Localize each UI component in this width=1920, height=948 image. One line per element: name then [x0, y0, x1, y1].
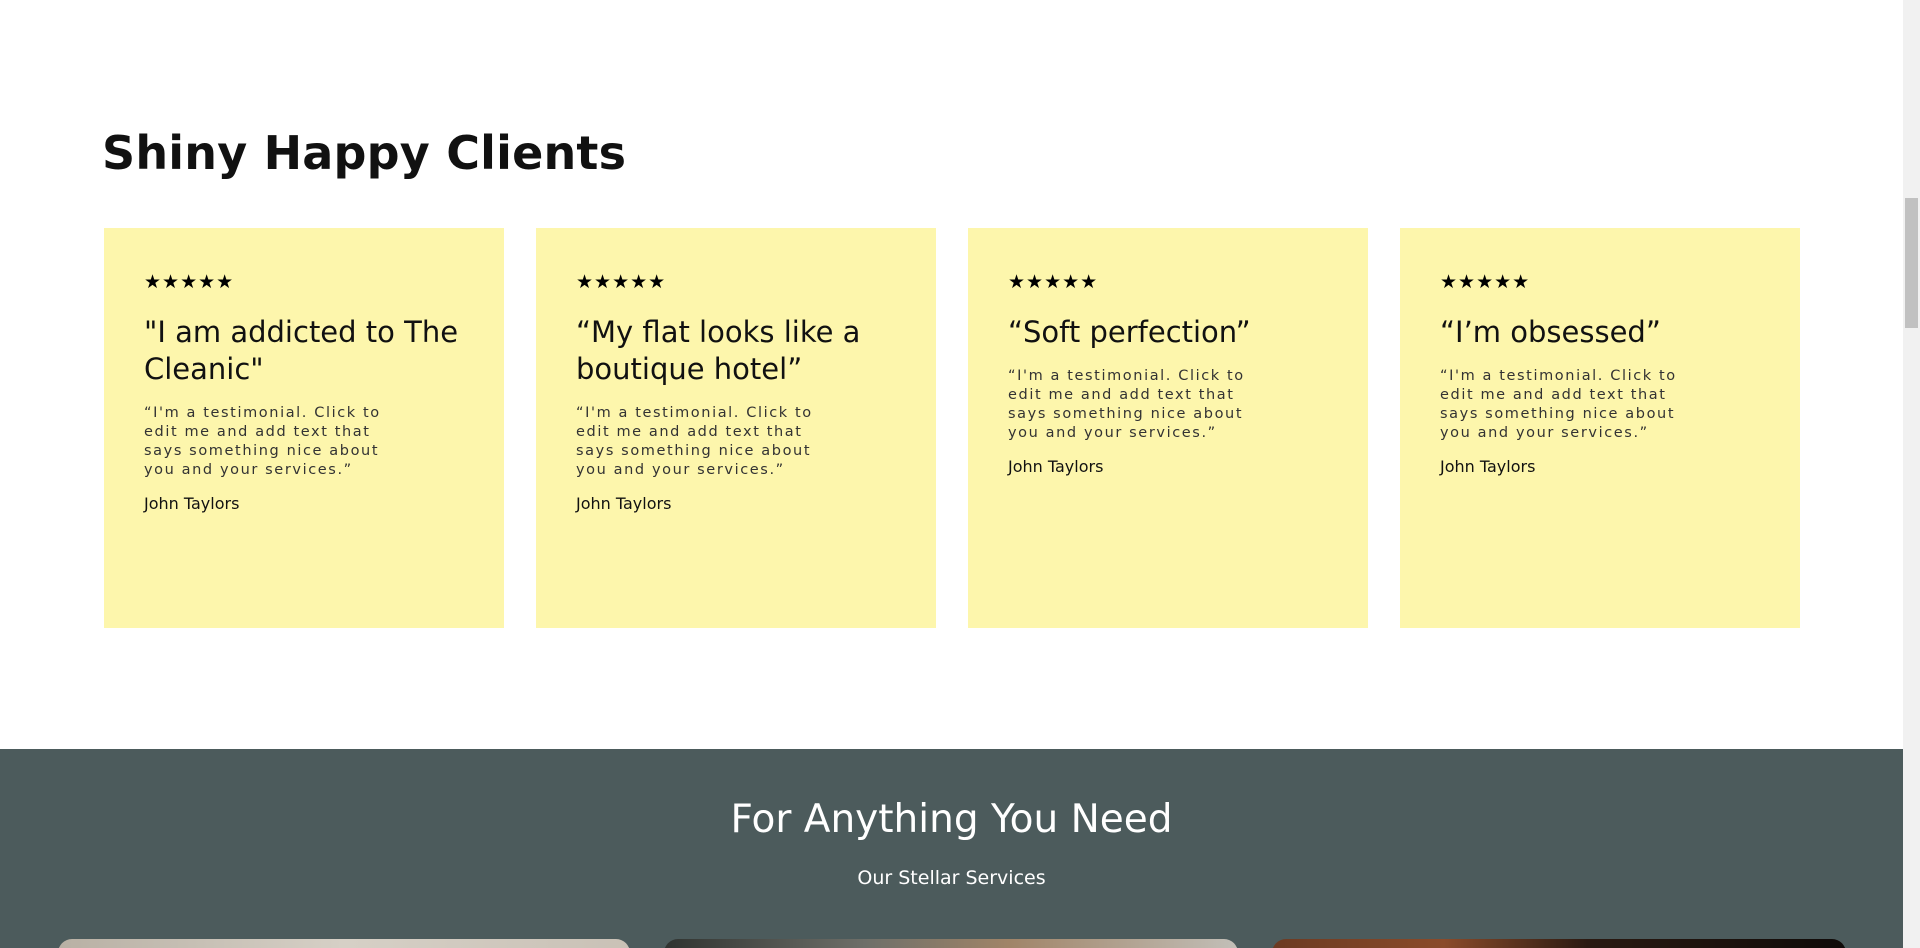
service-card-image[interactable] [58, 939, 630, 948]
testimonials-section: Shiny Happy Clients ★★★★★ "I am addicted… [0, 0, 1903, 749]
testimonial-headline: “I’m obsessed” [1440, 315, 1661, 349]
testimonial-author: John Taylors [1008, 457, 1104, 476]
testimonial-body: “I'm a testimonial. Click to edit me and… [576, 405, 813, 478]
rating-stars-icon: ★★★★★ [144, 271, 235, 293]
testimonial-body: “I'm a testimonial. Click to edit me and… [144, 405, 381, 478]
rating-stars-icon: ★★★★★ [576, 271, 667, 293]
vertical-scrollbar[interactable] [1903, 0, 1920, 948]
testimonial-headline: “Soft perfection” [1008, 315, 1251, 349]
page-content: Shiny Happy Clients ★★★★★ "I am addicted… [0, 0, 1903, 948]
testimonial-card: ★★★★★ "I am addicted to The Cleanic" “I'… [104, 228, 504, 628]
service-card-image[interactable] [1272, 939, 1846, 948]
testimonial-headline: “My flat looks like a boutique hotel” [576, 315, 861, 386]
services-subtitle: Our Stellar Services [857, 867, 1046, 889]
testimonial-headline: "I am addicted to The Cleanic" [144, 315, 459, 386]
rating-stars-icon: ★★★★★ [1440, 271, 1531, 293]
testimonial-body: “I'm a testimonial. Click to edit me and… [1008, 368, 1245, 441]
testimonial-card: ★★★★★ “Soft perfection” “I'm a testimoni… [968, 228, 1368, 628]
services-title: For Anything You Need [730, 797, 1173, 842]
testimonial-card: ★★★★★ “I’m obsessed” “I'm a testimonial.… [1400, 228, 1800, 628]
scrollbar-thumb[interactable] [1905, 198, 1918, 328]
testimonials-title: Shiny Happy Clients [102, 126, 627, 180]
testimonial-author: John Taylors [1440, 457, 1536, 476]
testimonial-card: ★★★★★ “My flat looks like a boutique hot… [536, 228, 936, 628]
testimonial-body: “I'm a testimonial. Click to edit me and… [1440, 368, 1677, 441]
services-section: For Anything You Need Our Stellar Servic… [0, 749, 1903, 948]
page: Shiny Happy Clients ★★★★★ "I am addicted… [0, 0, 1920, 948]
rating-stars-icon: ★★★★★ [1008, 271, 1099, 293]
testimonial-author: John Taylors [144, 494, 240, 513]
testimonial-author: John Taylors [576, 494, 672, 513]
service-card-image[interactable] [664, 939, 1238, 948]
